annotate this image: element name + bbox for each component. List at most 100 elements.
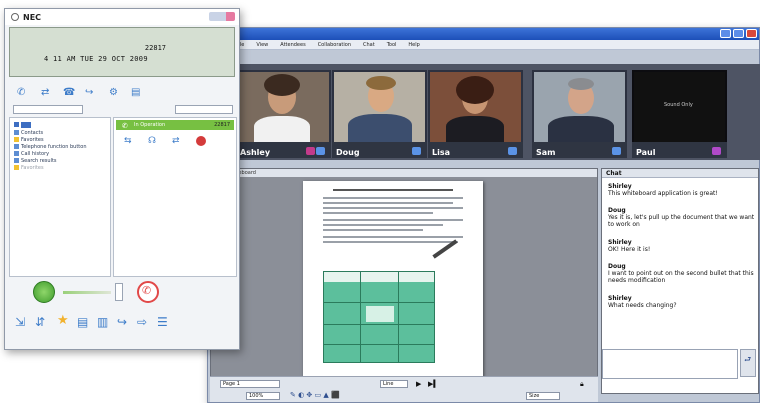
- chat-sender: Shirley: [608, 183, 632, 190]
- tree-item-label: Search results: [21, 158, 57, 164]
- video-tile-paul[interactable]: Sound Only Paul: [632, 70, 727, 158]
- tree-item[interactable]: Telephone function button: [14, 144, 87, 150]
- zoom-select[interactable]: 100%: [246, 392, 280, 400]
- menu-tool[interactable]: Tool: [387, 40, 397, 49]
- participant-photo: [334, 72, 425, 142]
- chat-sender: Shirley: [608, 295, 632, 302]
- menu-bar: File View Attendees Collaboration Chat T…: [208, 40, 759, 50]
- tree-item[interactable]: Favorites: [14, 165, 44, 171]
- participant-photo: [430, 72, 521, 142]
- list-icon[interactable]: ▤: [77, 315, 88, 329]
- chat-sender: Doug: [608, 263, 626, 270]
- transfer-call-icon[interactable]: ⇄: [172, 136, 180, 146]
- settings-icon[interactable]: ⚙: [109, 87, 123, 101]
- whiteboard-pane[interactable]: Whiteboard: [210, 168, 598, 394]
- tree-item-label: Call history: [21, 151, 50, 157]
- minimize-button[interactable]: [720, 29, 731, 38]
- volume-slider[interactable]: [63, 291, 111, 294]
- transfer-icon[interactable]: ⇄: [41, 87, 55, 101]
- menu-help[interactable]: Help: [408, 40, 419, 49]
- video-tile-doug[interactable]: Doug: [332, 70, 427, 158]
- phone-lcd-display: 22817 4 11 AM TUE 29 OCT 2009: [9, 27, 235, 77]
- participant-name: Ashley: [240, 148, 271, 157]
- maximize-button[interactable]: [733, 29, 744, 38]
- video-tile-lisa[interactable]: Lisa: [428, 70, 523, 158]
- hangup-icon: ✆: [142, 284, 152, 297]
- lock-icon[interactable]: 🔒︎: [580, 380, 584, 389]
- forward-call-icon[interactable]: ⇨: [137, 315, 147, 329]
- speed-dial-icon[interactable]: ☰: [157, 315, 168, 329]
- chat-text: This whiteboard application is great!: [608, 190, 718, 197]
- phone-window-buttons[interactable]: [209, 12, 235, 21]
- directory-tree: Contacts Favorites Telephone function bu…: [9, 117, 111, 277]
- favorite-star-icon[interactable]: ★: [57, 313, 69, 328]
- participant-name: Doug: [336, 148, 360, 157]
- send-button[interactable]: ⮐: [740, 349, 756, 377]
- group-icon[interactable]: ⇵: [35, 315, 45, 329]
- chat-text: I want to point out on the second bullet…: [608, 270, 754, 284]
- collab-titlebar: [208, 28, 759, 40]
- participant-audio-icon: [316, 147, 325, 155]
- page-select[interactable]: Page 1: [220, 380, 280, 388]
- chat-input[interactable]: [602, 349, 738, 379]
- tree-root[interactable]: [14, 122, 32, 128]
- conference-icon[interactable]: ☎: [63, 87, 77, 101]
- close-button[interactable]: [746, 29, 757, 38]
- tree-item-label: Favorites: [21, 137, 44, 143]
- tree-item[interactable]: Call history: [14, 151, 49, 157]
- tree-item[interactable]: Contacts: [14, 130, 43, 136]
- mute-icon[interactable]: ☊: [148, 136, 156, 146]
- hold-icon[interactable]: ⇆: [124, 136, 132, 146]
- directory-icon[interactable]: ▥: [97, 315, 108, 329]
- chat-text: OK! Here it is!: [608, 246, 651, 253]
- volume-stepper[interactable]: [115, 283, 123, 301]
- menu-attendees[interactable]: Attendees: [280, 40, 305, 49]
- participant-photo: [534, 72, 625, 142]
- tree-item[interactable]: Favorites: [14, 137, 44, 143]
- call-button[interactable]: [33, 281, 55, 303]
- menu-view[interactable]: View: [256, 40, 268, 49]
- shared-document[interactable]: [303, 181, 483, 377]
- handset-icon[interactable]: ✆: [17, 87, 31, 101]
- tree-item-label: Favorites: [21, 165, 44, 171]
- call-status-bar: ✆ In Operation 22817: [116, 120, 234, 130]
- call-status: In Operation: [134, 122, 166, 128]
- video-placeholder-text: Sound Only: [664, 102, 693, 108]
- participant-name: Lisa: [432, 148, 450, 157]
- whiteboard-toolbar: Page 1 Line ▶ ▶▍ 🔒︎ 100% Size ✎ ◐ ✥ ▭ ▲ …: [210, 376, 598, 402]
- participant-photo: [238, 72, 329, 142]
- participant-audio-icon: [412, 147, 421, 155]
- dropdown-select[interactable]: [175, 105, 233, 114]
- size-select[interactable]: Size: [526, 392, 560, 400]
- participant-audio-icon: [712, 147, 721, 155]
- add-contact-icon[interactable]: ⇲: [15, 315, 25, 329]
- document-table: [323, 271, 435, 363]
- chat-message: Shirley This whiteboard application is gr…: [608, 183, 758, 197]
- softphone-window: NEC 22817 4 11 AM TUE 29 OCT 2009 ✆ ⇄ ☎ …: [4, 8, 240, 350]
- participant-audio-icon: [508, 147, 517, 155]
- end-call-small-icon[interactable]: [196, 136, 206, 146]
- chat-message: Doug I want to point out on the second bu…: [608, 263, 758, 284]
- play-icon[interactable]: ▶: [416, 380, 421, 388]
- chat-text: What needs changing?: [608, 302, 677, 309]
- search-field[interactable]: [13, 105, 83, 114]
- lcd-extension: 22817: [144, 44, 166, 52]
- menu-collaboration[interactable]: Collaboration: [318, 40, 351, 49]
- participant-status-icon: [306, 147, 315, 155]
- tree-item-label: Contacts: [21, 130, 44, 136]
- call-number: 22817: [214, 122, 230, 128]
- chat-message: Shirley What needs changing?: [608, 295, 758, 309]
- video-tile-sam[interactable]: Sam: [532, 70, 627, 158]
- tree-item[interactable]: Search results: [14, 158, 57, 164]
- contacts-icon[interactable]: ▤: [131, 87, 145, 101]
- video-tile-ashley[interactable]: Ashley: [236, 70, 331, 158]
- next-icon[interactable]: ▶▍: [428, 380, 439, 388]
- line-width-select[interactable]: Line: [380, 380, 408, 388]
- tool-icons[interactable]: ✎ ◐ ✥ ▭ ▲ ⬛: [290, 391, 340, 399]
- chat-message: Shirley OK! Here it is!: [608, 239, 758, 253]
- redial-icon[interactable]: ↪: [117, 315, 127, 329]
- forward-icon[interactable]: ↪: [85, 87, 99, 101]
- tree-item-label: Telephone function button: [21, 144, 87, 150]
- menu-chat[interactable]: Chat: [363, 40, 375, 49]
- chat-text: Yes it is, let's pull up the document th…: [608, 214, 755, 228]
